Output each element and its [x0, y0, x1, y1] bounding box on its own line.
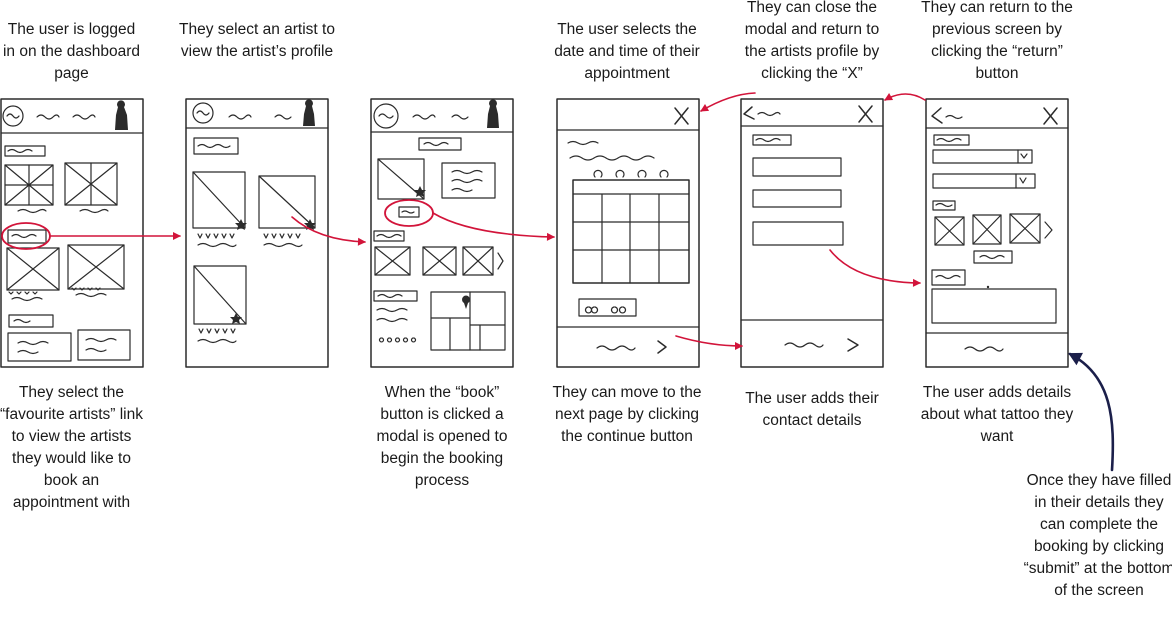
arrow-to-booking-modal [432, 212, 555, 241]
flow-arrows [49, 92, 926, 350]
arrow-submit [1068, 352, 1115, 472]
wireframe-favourite-artists [185, 98, 329, 368]
wireframe-booking-tattoo-details [925, 98, 1069, 368]
wireframe-dashboard [0, 98, 144, 368]
arrow-close-modal [700, 92, 756, 112]
wireframe-sketches [0, 92, 1115, 472]
arrow-return [884, 93, 926, 101]
wireframe-booking-date-time [556, 98, 700, 368]
arrow-continue [675, 335, 743, 350]
wireframe-artist-profile [370, 98, 514, 368]
arrow-to-tattoo-details [829, 249, 921, 287]
wireframe-booking-contact [740, 98, 884, 368]
